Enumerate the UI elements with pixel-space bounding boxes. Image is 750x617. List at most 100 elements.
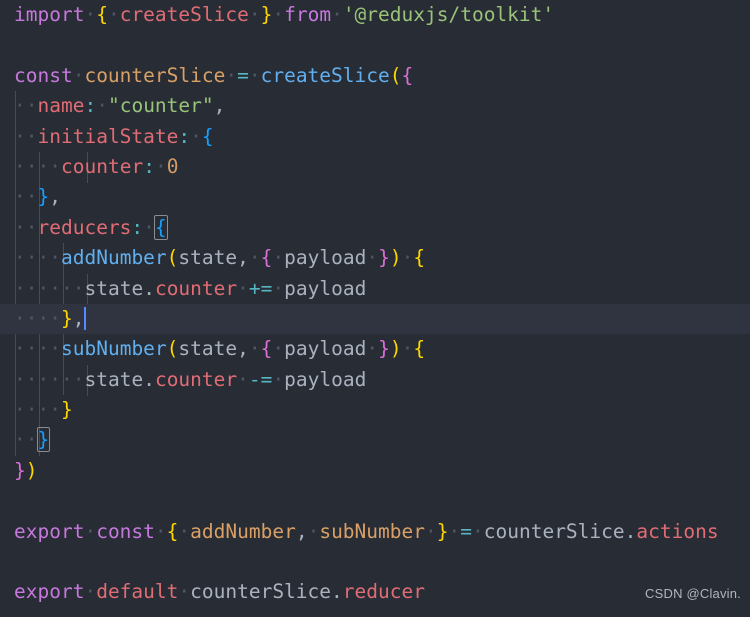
token-keyword-const: const: [14, 63, 73, 87]
whitespace-dot: ·: [425, 519, 437, 543]
whitespace-dot: ·: [14, 428, 26, 452]
token-identifier-subnumber: subNumber: [319, 519, 425, 543]
code-line-12[interactable]: ····subNumber(state,·{·payload·})·{: [0, 334, 750, 364]
watermark-text: CSDN @Clavin.: [645, 585, 741, 601]
code-line-3[interactable]: const·counterSlice·=·createSlice({: [0, 61, 750, 91]
code-line-16[interactable]: }): [0, 456, 750, 486]
token-method-subnumber: subNumber: [61, 337, 167, 361]
whitespace-dot: ·: [154, 519, 167, 543]
token-number-zero: 0: [166, 154, 179, 178]
token-param-state: state: [178, 337, 238, 361]
token-param-state: state: [178, 246, 238, 270]
whitespace-dot: ·: [25, 367, 38, 391]
code-line-20[interactable]: export·default·counterSlice.reducer: [0, 577, 750, 607]
token-keyword-export: export: [14, 580, 85, 604]
token-brace-close: }: [436, 519, 449, 543]
code-line-8[interactable]: ··reducers:·{: [0, 213, 750, 243]
code-lines-container[interactable]: import·{·createSlice·}·from·'@reduxjs/to…: [0, 0, 750, 617]
token-identifier-createslice: createSlice: [119, 3, 249, 26]
token-brace-open: {: [201, 124, 214, 148]
token-key-name: name: [37, 94, 85, 118]
code-line-5[interactable]: ··initialState:·{: [0, 122, 750, 152]
whitespace-dot: ·: [37, 276, 50, 300]
token-dot: .: [624, 519, 637, 543]
whitespace-dot: ·: [25, 276, 38, 300]
whitespace-dot: ·: [14, 154, 26, 178]
token-colon: :: [84, 94, 97, 118]
whitespace-dot: ·: [248, 246, 261, 270]
token-keyword-from: from: [284, 3, 332, 26]
code-line-7[interactable]: ··},: [0, 182, 750, 212]
token-comma: ,: [237, 337, 249, 361]
code-line-19-blank[interactable]: [0, 547, 750, 577]
token-colon: :: [178, 124, 191, 148]
whitespace-dot: ·: [237, 367, 249, 391]
text-cursor: [83, 306, 86, 330]
whitespace-dot: ·: [366, 246, 379, 270]
whitespace-dot: ·: [61, 367, 73, 391]
whitespace-dot: ·: [401, 337, 414, 361]
code-line-10[interactable]: ······state.counter·+=·payload: [0, 274, 750, 304]
token-brace-close: }: [260, 3, 273, 26]
token-brace-close-matched: }: [36, 427, 51, 453]
whitespace-dot: ·: [49, 154, 61, 178]
token-keyword-import: import: [14, 3, 85, 26]
whitespace-dot: ·: [14, 306, 26, 330]
whitespace-dot: ·: [472, 519, 484, 543]
whitespace-dot: ·: [248, 337, 261, 361]
code-line-11-active[interactable]: ····},: [0, 303, 750, 335]
token-dot: .: [143, 276, 155, 300]
code-line-14[interactable]: ····}: [0, 395, 750, 425]
token-key-reducers: reducers: [37, 215, 132, 239]
whitespace-dot: ·: [248, 63, 261, 87]
token-param-payload: payload: [284, 246, 367, 270]
code-line-13[interactable]: ······state.counter·-=·payload: [0, 365, 750, 395]
whitespace-dot: ·: [237, 276, 249, 300]
whitespace-dot: ·: [49, 246, 61, 270]
code-line-6[interactable]: ····counter:·0: [0, 152, 750, 182]
code-editor[interactable]: import·{·createSlice·}·from·'@reduxjs/to…: [0, 0, 750, 617]
whitespace-dot: ·: [84, 3, 97, 26]
whitespace-dot: ·: [14, 246, 26, 270]
token-param-payload: payload: [284, 337, 367, 361]
code-line-2-blank[interactable]: [0, 30, 750, 60]
token-operator-plus-equals: +=: [248, 276, 273, 300]
token-key-counter: counter: [61, 154, 144, 178]
whitespace-dot: ·: [14, 124, 26, 148]
whitespace-dot: ·: [37, 337, 50, 361]
whitespace-dot: ·: [84, 519, 97, 543]
whitespace-dot: ·: [84, 580, 97, 604]
token-variable-counterslice: counterSlice: [84, 63, 226, 87]
whitespace-dot: ·: [37, 398, 50, 422]
whitespace-dot: ·: [37, 154, 50, 178]
code-line-4[interactable]: ··name:·"counter",: [0, 91, 750, 121]
code-line-15[interactable]: ··}: [0, 425, 750, 455]
token-method-addnumber: addNumber: [61, 246, 167, 270]
whitespace-dot: ·: [25, 428, 38, 452]
code-line-9[interactable]: ····addNumber(state,·{·payload·})·{: [0, 243, 750, 273]
whitespace-dot: ·: [49, 306, 61, 330]
code-line-18[interactable]: export·const·{·addNumber,·subNumber·}·=·…: [0, 517, 750, 547]
whitespace-dot: ·: [25, 398, 38, 422]
token-value-payload: payload: [284, 276, 367, 300]
token-body-brace-open: {: [413, 246, 426, 270]
token-module-string: '@reduxjs/toolkit': [342, 3, 555, 26]
token-property-reducer: reducer: [342, 580, 425, 604]
token-body-brace-open: {: [413, 337, 426, 361]
whitespace-dot: ·: [49, 367, 61, 391]
whitespace-dot: ·: [225, 63, 238, 87]
whitespace-dot: ·: [49, 337, 61, 361]
token-brace-close: }: [61, 306, 73, 330]
token-brace-close: }: [37, 185, 50, 209]
token-paren-open: (: [166, 337, 179, 361]
whitespace-dot: ·: [107, 3, 120, 26]
whitespace-dot: ·: [307, 519, 320, 543]
whitespace-dot: ·: [178, 519, 191, 543]
whitespace-dot: ·: [331, 3, 343, 26]
code-line-17-blank[interactable]: [0, 486, 750, 516]
whitespace-dot: ·: [25, 306, 38, 330]
code-line-1[interactable]: import·{·createSlice·}·from·'@reduxjs/to…: [0, 0, 750, 30]
token-dot: .: [143, 367, 155, 391]
whitespace-dot: ·: [25, 124, 38, 148]
whitespace-dot: ·: [14, 398, 26, 422]
